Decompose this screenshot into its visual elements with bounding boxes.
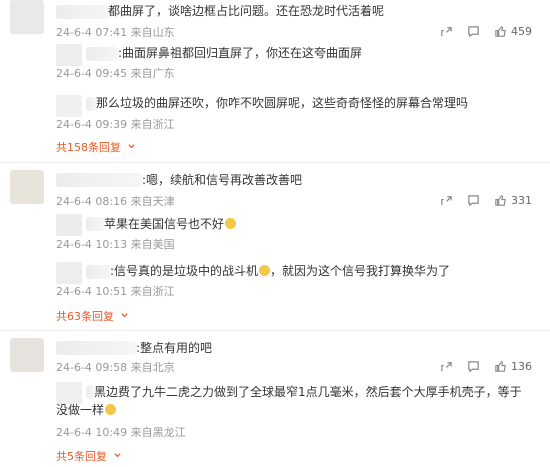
reply-text-body: 苹果在美国信号也不好 xyxy=(104,217,225,231)
comment-actions: 136 xyxy=(440,360,532,373)
share-icon[interactable] xyxy=(440,25,453,38)
comment-location: 来自山东 xyxy=(130,26,175,39)
comment-text: :整点有用的吧 xyxy=(136,341,213,355)
reply-time: 24-6-4 09:45 xyxy=(56,67,128,80)
comment-icon[interactable] xyxy=(467,360,480,373)
avatar[interactable] xyxy=(10,0,44,34)
reply-meta: 24-6-4 09:39 来自浙江 xyxy=(56,118,175,132)
avatar[interactable] xyxy=(56,262,82,284)
reply-time: 24-6-4 09:39 xyxy=(56,118,128,131)
thumbs-up-icon[interactable] xyxy=(494,360,507,373)
reply-text-line2: 没做一样 xyxy=(56,402,117,419)
comment-text: 都曲屏了，谈啥边框占比问题。还在恐龙时代活着呢 xyxy=(108,4,385,18)
like-count: 459 xyxy=(511,25,532,38)
user-name[interactable] xyxy=(86,385,94,399)
reply-location: 来自美国 xyxy=(130,238,175,251)
more-replies-label: 共5条回复 xyxy=(56,450,107,463)
comment-text: :嗯，续航和信号再改善改善吧 xyxy=(142,173,303,187)
reply-location: 来自广东 xyxy=(130,67,175,80)
user-name[interactable] xyxy=(86,97,96,111)
chevron-down-icon xyxy=(113,453,121,458)
reply-text: :曲面屏鼻祖都回归直屏了，你还在这夸曲面屏 xyxy=(118,46,363,60)
more-replies-link[interactable]: 共5条回复 xyxy=(56,450,122,464)
comment-meta: 24-6-4 08:16 来自天津 xyxy=(56,195,175,209)
more-replies-link[interactable]: 共158条回复 xyxy=(56,141,136,155)
share-icon[interactable] xyxy=(440,360,453,373)
user-name[interactable] xyxy=(56,173,142,187)
thumbs-up-icon[interactable] xyxy=(494,25,507,38)
reply-text-tail: ，就因为这个信号我打算换华为了 xyxy=(270,264,451,278)
more-replies-label: 共63条回复 xyxy=(56,310,114,323)
comment-icon[interactable] xyxy=(467,194,480,207)
comment-meta: 24-6-4 07:41 来自山东 xyxy=(56,26,175,40)
reply-text-body: 没做一样 xyxy=(56,403,105,417)
avatar[interactable] xyxy=(10,170,44,204)
user-name[interactable] xyxy=(56,341,136,355)
chevron-down-icon xyxy=(127,144,135,149)
comment-actions: 331 xyxy=(440,194,532,207)
thumbs-up-icon[interactable] xyxy=(494,194,507,207)
reply-meta: 24-6-4 10:49 来自黑龙江 xyxy=(56,426,186,440)
comment-actions: 459 xyxy=(440,25,532,38)
reply-text-body: :信号真的是垃圾中的战斗机 xyxy=(110,264,259,278)
reply-location: 来自黑龙江 xyxy=(130,426,186,439)
reply-time: 24-6-4 10:49 xyxy=(56,426,128,439)
user-name[interactable] xyxy=(56,5,108,19)
reply-meta: 24-6-4 10:13 来自美国 xyxy=(56,238,175,252)
emoji-icon xyxy=(259,265,271,276)
like-count: 331 xyxy=(511,194,532,207)
avatar[interactable] xyxy=(10,338,44,372)
reply-text: :信号真的是垃圾中的战斗机 ，就因为这个信号我打算换华为了 xyxy=(110,263,450,280)
comment-location: 来自天津 xyxy=(130,195,175,208)
more-replies-label: 共158条回复 xyxy=(56,141,121,154)
reply-text: 那么垃圾的曲屏还吹，你咋不吹圆屏呢，这些奇奇怪怪的屏幕合常理吗 xyxy=(96,96,469,110)
share-icon[interactable] xyxy=(440,194,453,207)
reply-time: 24-6-4 10:13 xyxy=(56,238,128,251)
comment-time: 24-6-4 07:41 xyxy=(56,26,128,39)
divider xyxy=(0,330,550,331)
avatar[interactable] xyxy=(56,382,82,404)
reply-meta: 24-6-4 09:45 来自广东 xyxy=(56,67,175,81)
reply-location: 来自浙江 xyxy=(130,285,175,298)
avatar[interactable] xyxy=(56,214,82,236)
emoji-icon xyxy=(225,218,237,229)
user-name[interactable] xyxy=(86,217,104,231)
comment-icon[interactable] xyxy=(467,25,480,38)
user-name[interactable] xyxy=(86,47,118,61)
avatar[interactable] xyxy=(56,44,82,66)
user-name[interactable] xyxy=(86,265,110,279)
comment-time: 24-6-4 08:16 xyxy=(56,195,128,208)
reply-time: 24-6-4 10:51 xyxy=(56,285,128,298)
reply-text: 苹果在美国信号也不好 xyxy=(104,216,237,233)
like-count: 136 xyxy=(511,360,532,373)
comment-location: 来自北京 xyxy=(130,361,175,374)
reply-meta: 24-6-4 10:51 来自浙江 xyxy=(56,285,175,299)
comment-time: 24-6-4 09:58 xyxy=(56,361,128,374)
emoji-icon xyxy=(105,404,117,415)
reply-location: 来自浙江 xyxy=(130,118,175,131)
chevron-down-icon xyxy=(120,313,128,318)
divider xyxy=(0,162,550,163)
avatar[interactable] xyxy=(56,95,82,117)
more-replies-link[interactable]: 共63条回复 xyxy=(56,310,129,324)
comment-meta: 24-6-4 09:58 来自北京 xyxy=(56,361,175,375)
reply-text: 黑边费了九牛二虎之力做到了全球最窄1点几毫米，然后套个大厚手机壳子，等于 xyxy=(94,385,522,399)
